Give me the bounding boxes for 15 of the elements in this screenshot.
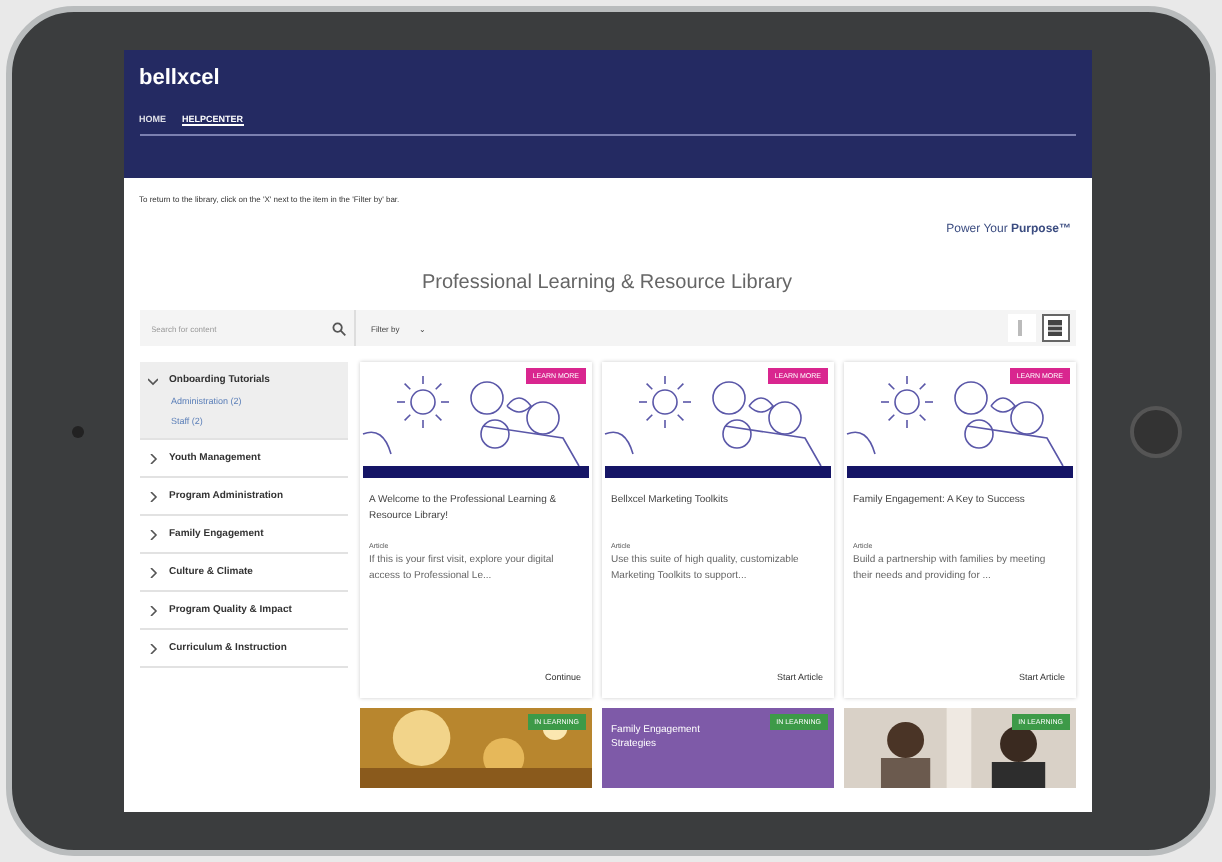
chevron-icon [147,605,157,615]
bar-icon [1018,320,1024,336]
search-icon [331,321,345,335]
camera-icon [72,425,84,437]
chevron-icon [147,643,157,653]
grid-view-button[interactable] [1041,314,1069,342]
home-button[interactable] [1130,405,1182,457]
chevron-icon [147,529,157,539]
chevron-icon [147,375,157,385]
chevron-icon [147,491,157,501]
chevron-icon [147,567,157,577]
logo: bellxcel [139,66,222,90]
page-title: Professional Learning & Resource Library [419,272,795,294]
list-icon [1048,320,1062,336]
chevron-icon [147,453,157,463]
